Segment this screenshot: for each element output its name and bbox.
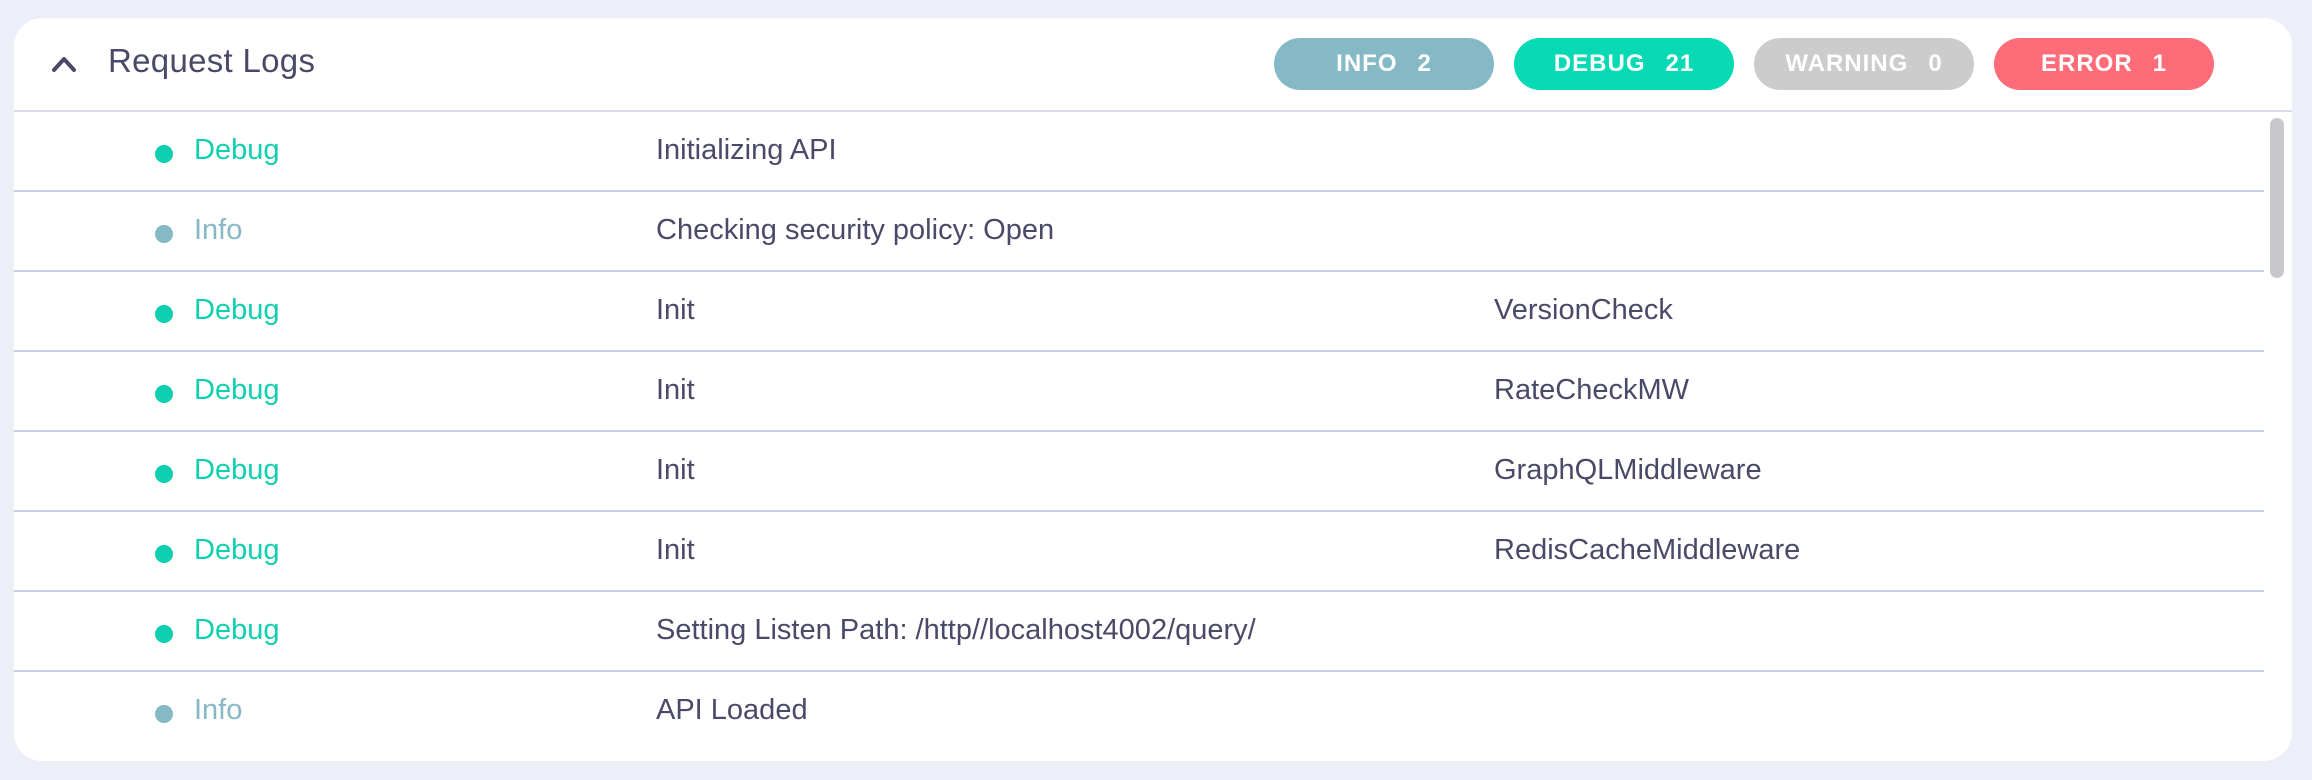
log-row: Debug Initializing API bbox=[14, 112, 2264, 192]
log-detail: VersionCheck bbox=[1494, 294, 1673, 326]
level-dot-icon bbox=[155, 465, 173, 483]
log-row: Debug Init GraphQLMiddleware bbox=[14, 432, 2264, 512]
level-dot-icon bbox=[155, 625, 173, 643]
log-message: Setting Listen Path: /http//localhost400… bbox=[656, 614, 1256, 646]
log-message: Initializing API bbox=[656, 134, 837, 166]
log-row: Debug Setting Listen Path: /http//localh… bbox=[14, 592, 2264, 672]
log-row: Debug Init RateCheckMW bbox=[14, 352, 2264, 432]
filter-count: 1 bbox=[2152, 50, 2168, 77]
level-dot-icon bbox=[155, 545, 173, 563]
log-level: Info bbox=[194, 694, 243, 726]
scrollbar[interactable] bbox=[2266, 116, 2288, 728]
log-message: API Loaded bbox=[656, 694, 808, 726]
log-row: Debug Init VersionCheck bbox=[14, 272, 2264, 352]
log-detail: RedisCacheMiddleware bbox=[1494, 534, 1801, 566]
panel-header: Request Logs INFO 2 DEBUG 21 WARNING 0 E… bbox=[14, 18, 2292, 112]
panel-title: Request Logs bbox=[108, 42, 316, 79]
filter-error-button[interactable]: ERROR 1 bbox=[1994, 38, 2214, 90]
level-dot-icon bbox=[155, 305, 173, 323]
log-level: Debug bbox=[194, 614, 280, 646]
filter-label: ERROR bbox=[2040, 50, 2133, 77]
filter-warning-button[interactable]: WARNING 0 bbox=[1754, 38, 1974, 90]
log-message: Init bbox=[656, 294, 695, 326]
log-detail: GraphQLMiddleware bbox=[1494, 454, 1762, 486]
log-row: Debug Init RedisCacheMiddleware bbox=[14, 512, 2264, 592]
level-dot-icon bbox=[155, 145, 173, 163]
filter-debug-button[interactable]: DEBUG 21 bbox=[1514, 38, 1734, 90]
filter-info-button[interactable]: INFO 2 bbox=[1274, 38, 1494, 90]
log-detail: RateCheckMW bbox=[1494, 374, 1689, 406]
log-row: Info Checking security policy: Open bbox=[14, 192, 2264, 272]
filter-label: DEBUG bbox=[1553, 50, 1646, 77]
log-row: Info API Loaded bbox=[14, 672, 2264, 728]
log-message: Init bbox=[656, 374, 695, 406]
log-level: Debug bbox=[194, 374, 280, 406]
chevron-up-icon bbox=[52, 57, 76, 72]
request-logs-panel: Request Logs INFO 2 DEBUG 21 WARNING 0 E… bbox=[14, 18, 2292, 761]
log-level: Debug bbox=[194, 534, 280, 566]
log-message: Init bbox=[656, 454, 695, 486]
filter-count: 0 bbox=[1928, 50, 1943, 77]
level-dot-icon bbox=[155, 705, 173, 723]
log-level: Debug bbox=[194, 294, 280, 326]
filter-label: WARNING bbox=[1785, 50, 1909, 77]
log-level: Debug bbox=[194, 454, 280, 486]
filter-label: INFO bbox=[1336, 50, 1398, 77]
scrollbar-thumb[interactable] bbox=[2270, 118, 2284, 278]
log-message: Init bbox=[656, 534, 695, 566]
log-list: Debug Initializing API Info Checking sec… bbox=[14, 112, 2264, 728]
level-dot-icon bbox=[155, 385, 173, 403]
level-dot-icon bbox=[155, 225, 173, 243]
log-message: Checking security policy: Open bbox=[656, 214, 1055, 246]
log-level: Debug bbox=[194, 134, 280, 166]
filter-count: 2 bbox=[1417, 50, 1432, 77]
log-level: Info bbox=[194, 214, 243, 246]
collapse-button[interactable] bbox=[46, 46, 82, 82]
filter-count: 21 bbox=[1665, 50, 1695, 77]
